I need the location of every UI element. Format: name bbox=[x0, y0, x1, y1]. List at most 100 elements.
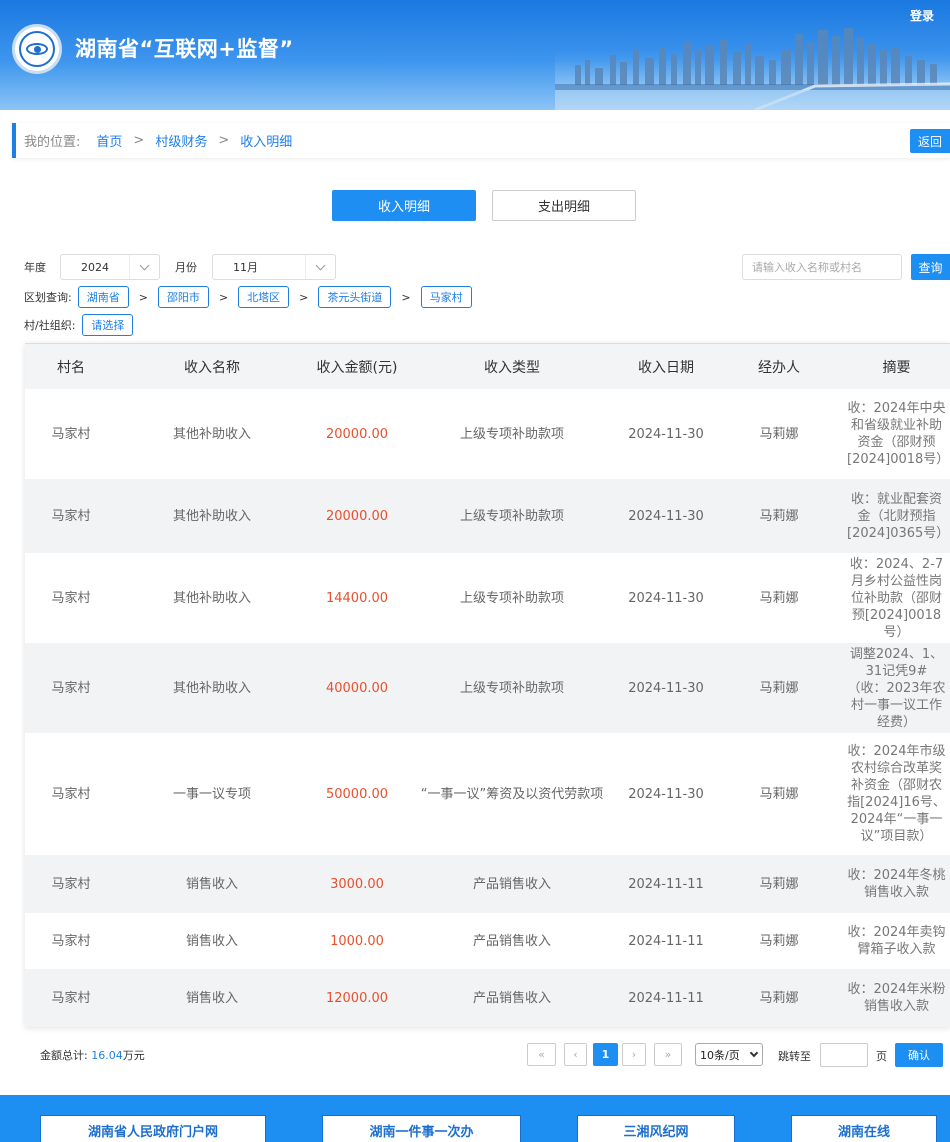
region-separator: > bbox=[218, 290, 229, 304]
pagination: « ‹ 1 › » bbox=[527, 1043, 682, 1066]
cell-handler: 马莉娜 bbox=[759, 508, 799, 524]
region-chip-province[interactable]: 湖南省 bbox=[77, 286, 129, 308]
breadcrumb-home[interactable]: 首页 bbox=[96, 131, 122, 150]
org-label: 村/社组织: bbox=[24, 319, 76, 332]
cell-amount: 12000.00 bbox=[325, 990, 389, 1006]
jump-label: 跳转至 bbox=[778, 1050, 811, 1063]
table-row[interactable]: 马家村 其他补助收入 14400.00 上级专项补助款项 2024-11-30 … bbox=[25, 553, 950, 643]
cell-summary: 收：2024年冬桃销售收入款 bbox=[847, 868, 946, 900]
table-header: 村名 收入名称 收入金额(元) 收入类型 收入日期 经办人 摘要 bbox=[25, 343, 950, 389]
table-row[interactable]: 马家村 其他补助收入 20000.00 上级专项补助款项 2024-11-30 … bbox=[25, 389, 950, 479]
cell-village: 马家村 bbox=[51, 590, 91, 606]
tab-income-detail[interactable]: 收入明细 bbox=[332, 190, 476, 221]
region-chip-street[interactable]: 茶元头街道 bbox=[318, 286, 392, 308]
confirm-button[interactable]: 确认 bbox=[895, 1043, 943, 1067]
first-page-icon[interactable]: « bbox=[527, 1043, 556, 1066]
column-header: 收入日期 bbox=[638, 359, 694, 376]
cell-handler: 马莉娜 bbox=[759, 680, 799, 696]
cell-summary: 收：2024年米粉销售收入款 bbox=[847, 982, 946, 1014]
chevron-down-icon bbox=[749, 1048, 759, 1058]
cell-summary: 收：2024、2-7月乡村公益性岗位补助款（邵财预[2024]0018号） bbox=[849, 556, 944, 640]
cell-type: 上级专项补助款项 bbox=[459, 590, 564, 606]
site-title: 湖南省“互联网+监督” bbox=[75, 37, 294, 61]
month-select[interactable]: 11月 bbox=[212, 254, 336, 280]
cell-handler: 马莉娜 bbox=[759, 590, 799, 606]
region-filter-row: 区划查询: 湖南省 > 邵阳市 > 北塔区 > 茶元头街道 > 马家村 bbox=[24, 286, 472, 308]
cell-type: 上级专项补助款项 bbox=[459, 426, 564, 442]
main-panel: 收入明细 支出明细 年度 2024 月份 11月 请输入收入名称或村名 查询 区… bbox=[12, 170, 950, 1085]
table-row[interactable]: 马家村 一事一议专项 50000.00 “一事一议”筹资及以资代劳款项 2024… bbox=[25, 733, 950, 855]
cell-village: 马家村 bbox=[51, 933, 91, 949]
chevron-down-icon bbox=[305, 255, 335, 279]
last-page-icon[interactable]: » bbox=[654, 1043, 682, 1066]
cell-date: 2024-11-30 bbox=[628, 426, 704, 442]
search-button[interactable]: 查询 bbox=[911, 254, 950, 280]
amount-total: 金额总计: 16.04万元 bbox=[40, 1047, 145, 1063]
cell-type: 产品销售收入 bbox=[472, 990, 551, 1006]
cell-date: 2024-11-30 bbox=[628, 590, 704, 606]
footer-link-one-thing[interactable]: 湖南一件事一次办 bbox=[322, 1115, 521, 1142]
page-size-select[interactable]: 10条/页 bbox=[695, 1043, 763, 1066]
region-separator: > bbox=[401, 290, 411, 304]
back-button[interactable]: 返回 bbox=[910, 129, 950, 153]
footer-link-fengji[interactable]: 三湘风纪网 bbox=[577, 1115, 735, 1142]
column-header: 村名 bbox=[57, 359, 85, 376]
cell-amount: 3000.00 bbox=[330, 876, 384, 892]
cell-name: 销售收入 bbox=[185, 933, 238, 949]
footer-link-hunan-online[interactable]: 湖南在线 bbox=[791, 1115, 937, 1142]
month-label: 月份 bbox=[175, 261, 197, 274]
cell-village: 马家村 bbox=[51, 990, 91, 1006]
breadcrumb-village-finance[interactable]: 村级财务 bbox=[155, 131, 207, 150]
cell-handler: 马莉娜 bbox=[759, 876, 799, 892]
column-header: 经办人 bbox=[758, 359, 800, 376]
footer-link-gov-portal[interactable]: 湖南省人民政府门户网 bbox=[40, 1115, 266, 1142]
cell-date: 2024-11-30 bbox=[628, 786, 704, 802]
cell-handler: 马莉娜 bbox=[759, 426, 799, 442]
search-input[interactable]: 请输入收入名称或村名 bbox=[742, 254, 902, 280]
cell-name: 销售收入 bbox=[185, 990, 238, 1006]
cell-type: 上级专项补助款项 bbox=[459, 680, 564, 696]
cell-village: 马家村 bbox=[51, 508, 91, 524]
tab-expense-detail[interactable]: 支出明细 bbox=[492, 190, 636, 221]
cell-amount: 20000.00 bbox=[325, 426, 389, 442]
table-row[interactable]: 马家村 销售收入 3000.00 产品销售收入 2024-11-11 马莉娜 收… bbox=[25, 855, 950, 913]
prev-page-icon[interactable]: ‹ bbox=[564, 1043, 587, 1066]
eye-emblem-icon bbox=[19, 31, 55, 67]
cell-amount: 50000.00 bbox=[325, 786, 389, 802]
table-row[interactable]: 马家村 其他补助收入 20000.00 上级专项补助款项 2024-11-30 … bbox=[25, 479, 950, 553]
year-select[interactable]: 2024 bbox=[60, 254, 160, 280]
year-label: 年度 bbox=[24, 261, 46, 274]
cell-date: 2024-11-11 bbox=[628, 876, 704, 892]
page-1-button[interactable]: 1 bbox=[593, 1043, 618, 1066]
cell-village: 马家村 bbox=[51, 786, 91, 802]
region-chip-city[interactable]: 邵阳市 bbox=[157, 286, 209, 308]
jump-page-input[interactable] bbox=[820, 1043, 868, 1067]
table-row[interactable]: 马家村 销售收入 12000.00 产品销售收入 2024-11-11 马莉娜 … bbox=[25, 969, 950, 1027]
cell-summary: 收：2024年市级农村综合改革奖补资金（邵财农指[2024]16号、2024年“… bbox=[847, 744, 946, 844]
org-select[interactable]: 请选择 bbox=[82, 314, 134, 336]
table-row[interactable]: 马家村 销售收入 1000.00 产品销售收入 2024-11-11 马莉娜 收… bbox=[25, 913, 950, 969]
breadcrumb-income-detail[interactable]: 收入明细 bbox=[240, 131, 292, 150]
breadcrumb-separator: > bbox=[133, 133, 145, 148]
column-header: 收入金额(元) bbox=[316, 359, 398, 376]
cell-village: 马家村 bbox=[51, 876, 91, 892]
cell-type: 产品销售收入 bbox=[472, 876, 551, 892]
cell-amount: 1000.00 bbox=[330, 933, 384, 949]
next-page-icon[interactable]: › bbox=[622, 1043, 646, 1066]
total-label: 金额总计: bbox=[40, 1049, 88, 1062]
cell-amount: 14400.00 bbox=[325, 590, 389, 606]
cell-type: 上级专项补助款项 bbox=[459, 508, 564, 524]
cell-amount: 20000.00 bbox=[325, 508, 389, 524]
cell-handler: 马莉娜 bbox=[759, 990, 799, 1006]
chevron-down-icon bbox=[129, 255, 159, 279]
cell-village: 马家村 bbox=[51, 680, 91, 696]
region-chip-village[interactable]: 马家村 bbox=[420, 286, 472, 308]
breadcrumb: 我的位置: 首页 > 村级财务 > 收入明细 返回 bbox=[12, 123, 950, 158]
cell-date: 2024-11-30 bbox=[628, 508, 704, 524]
table-row[interactable]: 马家村 其他补助收入 40000.00 上级专项补助款项 2024-11-30 … bbox=[25, 643, 950, 733]
income-table: 村名 收入名称 收入金额(元) 收入类型 收入日期 经办人 摘要 马家村 其他补… bbox=[25, 343, 950, 1027]
region-separator: > bbox=[299, 290, 309, 304]
total-value: 16.04 bbox=[91, 1049, 123, 1062]
footer-links: 湖南省人民政府门户网 湖南一件事一次办 三湘风纪网 湖南在线 bbox=[0, 1095, 950, 1142]
region-chip-district[interactable]: 北塔区 bbox=[238, 286, 290, 308]
